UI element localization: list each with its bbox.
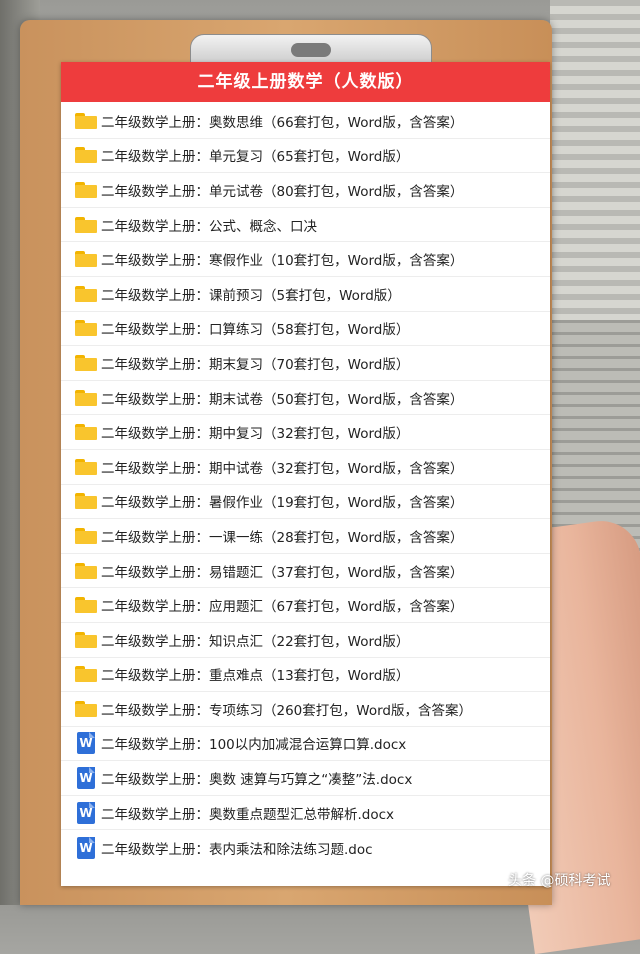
- folder-list-item[interactable]: 二年级数学上册：专项练习（260套打包，Word版，含答案）: [61, 692, 550, 727]
- folder-list-item[interactable]: 二年级数学上册：重点难点（13套打包，Word版）: [61, 658, 550, 693]
- list-item-label: 二年级数学上册：期末复习（70套打包，Word版）: [101, 356, 410, 373]
- folder-icon: [75, 216, 97, 233]
- folder-icon: [75, 666, 97, 683]
- document-list-item[interactable]: W 二年级数学上册：奥数重点题型汇总带解析.docx: [61, 796, 550, 831]
- list-item-label: 二年级数学上册：奥数 速算与巧算之“凑整”法.docx: [101, 772, 413, 789]
- folder-list-item[interactable]: 二年级数学上册：一课一练（28套打包，Word版，含答案）: [61, 519, 550, 554]
- list-item-label: 二年级数学上册：重点难点（13套打包，Word版）: [101, 668, 410, 685]
- folder-icon: [75, 181, 97, 198]
- folder-icon: [75, 458, 97, 475]
- list-item-label: 二年级数学上册：期中复习（32套打包，Word版）: [101, 426, 410, 443]
- folder-list-item[interactable]: 二年级数学上册：课前预习（5套打包，Word版）: [61, 277, 550, 312]
- document-list-item[interactable]: W 二年级数学上册：100以内加减混合运算口算.docx: [61, 727, 550, 762]
- folder-icon: [75, 562, 97, 579]
- folder-list-item[interactable]: 二年级数学上册：口算练习（58套打包，Word版）: [61, 312, 550, 347]
- list-item-label: 二年级数学上册：专项练习（260套打包，Word版，含答案）: [101, 702, 472, 719]
- folder-icon: [75, 147, 97, 164]
- folder-list-item[interactable]: 二年级数学上册：易错题汇（37套打包，Word版，含答案）: [61, 554, 550, 589]
- folder-list-item[interactable]: 二年级数学上册：期末试卷（50套打包，Word版，含答案）: [61, 381, 550, 416]
- folder-list-item[interactable]: 二年级数学上册：寒假作业（10套打包，Word版，含答案）: [61, 242, 550, 277]
- document-list-item[interactable]: W 二年级数学上册：奥数 速算与巧算之“凑整”法.docx: [61, 761, 550, 796]
- folder-icon: [75, 527, 97, 544]
- list-item-label: 二年级数学上册：期末试卷（50套打包，Word版，含答案）: [101, 391, 464, 408]
- list-item-label: 二年级数学上册：单元试卷（80套打包，Word版，含答案）: [101, 183, 464, 200]
- folder-icon: [75, 493, 97, 510]
- list-item-label: 二年级数学上册：应用题汇（67套打包，Word版，含答案）: [101, 599, 464, 616]
- list-item-label: 二年级数学上册：一课一练（28套打包，Word版，含答案）: [101, 529, 464, 546]
- word-doc-icon: W: [77, 767, 95, 790]
- list-item-label: 二年级数学上册：寒假作业（10套打包，Word版，含答案）: [101, 253, 464, 270]
- folder-list-item[interactable]: 二年级数学上册：公式、概念、口决: [61, 208, 550, 243]
- clipboard: 二年级上册数学（人数版） 二年级数学上册：奥数思维（66套打包，Word版，含答…: [20, 20, 552, 905]
- folder-icon: [75, 700, 97, 717]
- list-item-label: 二年级数学上册：公式、概念、口决: [101, 218, 317, 235]
- list-item-label: 二年级数学上册：单元复习（65套打包，Word版）: [101, 149, 410, 166]
- folder-icon: [75, 112, 97, 129]
- folder-icon: [75, 631, 97, 648]
- folder-list-item[interactable]: 二年级数学上册：期中试卷（32套打包，Word版，含答案）: [61, 450, 550, 485]
- folder-icon: [75, 251, 97, 268]
- watermark: 头条 @硕科考试: [508, 873, 611, 889]
- folder-icon: [75, 389, 97, 406]
- file-list: 二年级数学上册：奥数思维（66套打包，Word版，含答案） 二年级数学上册：单元复…: [61, 104, 550, 865]
- folder-list-item[interactable]: 二年级数学上册：应用题汇（67套打包，Word版，含答案）: [61, 588, 550, 623]
- clip-hole: [291, 43, 331, 57]
- list-item-label: 二年级数学上册：暑假作业（19套打包，Word版，含答案）: [101, 495, 464, 512]
- word-doc-icon: W: [77, 732, 95, 755]
- word-doc-icon: W: [77, 836, 95, 859]
- folder-icon: [75, 424, 97, 441]
- file-list-sheet: 二年级上册数学（人数版） 二年级数学上册：奥数思维（66套打包，Word版，含答…: [61, 62, 550, 886]
- folder-list-item[interactable]: 二年级数学上册：期中复习（32套打包，Word版）: [61, 415, 550, 450]
- folder-list-item[interactable]: 二年级数学上册：暑假作业（19套打包，Word版，含答案）: [61, 485, 550, 520]
- list-item-label: 二年级数学上册：100以内加减混合运算口算.docx: [101, 737, 407, 754]
- list-item-label: 二年级数学上册：口算练习（58套打包，Word版）: [101, 322, 410, 339]
- list-item-label: 二年级数学上册：期中试卷（32套打包，Word版，含答案）: [101, 460, 464, 477]
- word-doc-icon: W: [77, 801, 95, 824]
- list-item-label: 二年级数学上册：知识点汇（22套打包，Word版）: [101, 633, 410, 650]
- page-title: 二年级上册数学（人数版）: [61, 62, 550, 102]
- list-item-label: 二年级数学上册：奥数重点题型汇总带解析.docx: [101, 806, 395, 823]
- folder-list-item[interactable]: 二年级数学上册：知识点汇（22套打包，Word版）: [61, 623, 550, 658]
- folder-icon: [75, 285, 97, 302]
- folder-icon: [75, 320, 97, 337]
- folder-list-item[interactable]: 二年级数学上册：奥数思维（66套打包，Word版，含答案）: [61, 104, 550, 139]
- list-item-label: 二年级数学上册：表内乘法和除法练习题.doc: [101, 841, 373, 858]
- folder-icon: [75, 354, 97, 371]
- list-item-label: 二年级数学上册：课前预习（5套打包，Word版）: [101, 287, 401, 304]
- folder-list-item[interactable]: 二年级数学上册：单元试卷（80套打包，Word版，含答案）: [61, 173, 550, 208]
- folder-icon: [75, 597, 97, 614]
- document-list-item[interactable]: W 二年级数学上册：表内乘法和除法练习题.doc: [61, 830, 550, 865]
- folder-list-item[interactable]: 二年级数学上册：期末复习（70套打包，Word版）: [61, 346, 550, 381]
- folder-list-item[interactable]: 二年级数学上册：单元复习（65套打包，Word版）: [61, 139, 550, 174]
- list-item-label: 二年级数学上册：奥数思维（66套打包，Word版，含答案）: [101, 114, 464, 131]
- list-item-label: 二年级数学上册：易错题汇（37套打包，Word版，含答案）: [101, 564, 464, 581]
